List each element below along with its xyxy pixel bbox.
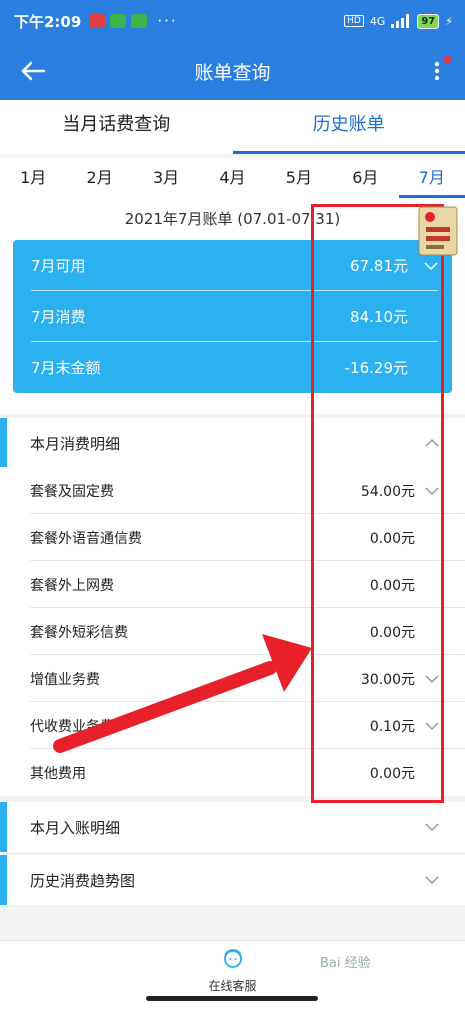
trend-section-header[interactable]: 历史消费趋势图 (0, 855, 465, 905)
bill-summary-card: 7月可用 67.81元 7月消费 84.10元 7月末金额 -16.29元 (13, 240, 452, 393)
summary-label: 7月可用 (31, 255, 86, 276)
section-accent (0, 418, 7, 468)
detail-row-package-fee[interactable]: 套餐及固定费 54.00元 (0, 467, 465, 514)
month-tab-5[interactable]: 5月 (266, 158, 332, 198)
month-tab-7[interactable]: 7月 (399, 158, 465, 198)
hd-icon: HD (344, 15, 364, 27)
section-title: 本月入账明细 (30, 817, 120, 838)
summary-label: 7月消费 (31, 306, 86, 327)
detail-value: 0.00元 (370, 622, 415, 642)
month-tab-1[interactable]: 1月 (0, 158, 66, 198)
detail-label: 套餐外语音通信费 (30, 528, 142, 548)
detail-label: 代收费业务费 (30, 716, 114, 736)
signal-icon (391, 14, 411, 28)
section-title: 本月消费明细 (30, 433, 120, 454)
detail-value: 0.00元 (370, 575, 415, 595)
summary-row-available[interactable]: 7月可用 67.81元 (13, 240, 452, 291)
app-notification-icon (89, 14, 105, 28)
month-tab-4[interactable]: 4月 (199, 158, 265, 198)
detail-value: 0.00元 (370, 763, 415, 783)
notification-dot (444, 56, 451, 63)
page-title: 账单查询 (0, 58, 465, 85)
detail-row-other-fee: 其他费用 0.00元 (0, 749, 465, 796)
month-selector: 1月 2月 3月 4月 5月 6月 7月 (0, 158, 465, 198)
bill-tabs: 当月话费查询 历史账单 (0, 100, 465, 154)
detail-row-sms-fee: 套餐外短彩信费 0.00元 (0, 608, 465, 655)
status-bar: 下午2:09 ··· HD 4G 97 ⚡ (0, 0, 465, 42)
bill-period: 2021年7月账单 (07.01-07.31) (0, 208, 465, 229)
more-notifications-icon: ··· (157, 12, 177, 30)
summary-value: 67.81元 (350, 255, 408, 276)
status-right: HD 4G 97 ⚡ (344, 14, 453, 29)
summary-label: 7月末金额 (31, 357, 101, 378)
tab-history-bill[interactable]: 历史账单 (233, 100, 465, 154)
detail-row-value-added-fee[interactable]: 增值业务费 30.00元 (0, 655, 465, 702)
detail-value: 0.10元 (370, 716, 415, 736)
month-tab-3[interactable]: 3月 (133, 158, 199, 198)
notification-icons (89, 14, 147, 28)
detail-label: 套餐外上网费 (30, 575, 114, 595)
chevron-down-icon (425, 484, 439, 498)
online-service-button[interactable]: 在线客服 (0, 947, 465, 994)
section-title: 历史消费趋势图 (30, 870, 135, 891)
customer-service-icon (221, 947, 245, 971)
income-section-header[interactable]: 本月入账明细 (0, 802, 465, 852)
detail-section-header[interactable]: 本月消费明细 (0, 418, 465, 468)
detail-value: 54.00元 (361, 481, 415, 501)
tab-current-month[interactable]: 当月话费查询 (0, 100, 233, 154)
battery-icon: 97 (417, 14, 439, 29)
watermark: Bai 经验 (320, 952, 371, 971)
detail-label: 套餐及固定费 (30, 481, 114, 501)
stamp-sticker-icon (416, 203, 460, 259)
month-tab-6[interactable]: 6月 (332, 158, 398, 198)
section-accent (0, 855, 7, 905)
detail-label: 套餐外短彩信费 (30, 622, 128, 642)
bill-summary-panel: 2021年7月账单 (07.01-07.31) 7月可用 67.81元 7月消费… (0, 198, 465, 414)
chevron-down-icon (424, 259, 438, 273)
chevron-down-icon (425, 719, 439, 733)
chevron-down-icon (425, 873, 439, 887)
summary-value: 84.10元 (350, 306, 408, 327)
online-service-label: 在线客服 (0, 977, 465, 994)
month-tab-2[interactable]: 2月 (66, 158, 132, 198)
detail-row-data-fee: 套餐外上网费 0.00元 (0, 561, 465, 608)
detail-value: 0.00元 (370, 528, 415, 548)
summary-row-balance: 7月末金额 -16.29元 (13, 342, 452, 393)
section-accent (0, 802, 7, 852)
detail-row-voice-fee: 套餐外语音通信费 0.00元 (0, 514, 465, 561)
detail-label: 增值业务费 (30, 669, 100, 689)
summary-value: -16.29元 (345, 357, 408, 378)
detail-list: 套餐及固定费 54.00元 套餐外语音通信费 0.00元 套餐外上网费 0.00… (0, 467, 465, 796)
summary-row-spent: 7月消费 84.10元 (13, 291, 452, 342)
chevron-down-icon (425, 820, 439, 834)
charging-icon: ⚡ (445, 15, 453, 28)
carrier-app-icon-2 (131, 14, 147, 28)
detail-label: 其他费用 (30, 763, 86, 783)
detail-row-collection-fee[interactable]: 代收费业务费 0.10元 (0, 702, 465, 749)
chevron-down-icon (425, 672, 439, 686)
status-time: 下午2:09 (14, 11, 81, 32)
detail-value: 30.00元 (361, 669, 415, 689)
chevron-up-icon (425, 436, 439, 450)
carrier-app-icon (110, 14, 126, 28)
nav-bar: 账单查询 (0, 42, 465, 100)
network-type: 4G (370, 15, 386, 28)
home-indicator (146, 996, 318, 1001)
